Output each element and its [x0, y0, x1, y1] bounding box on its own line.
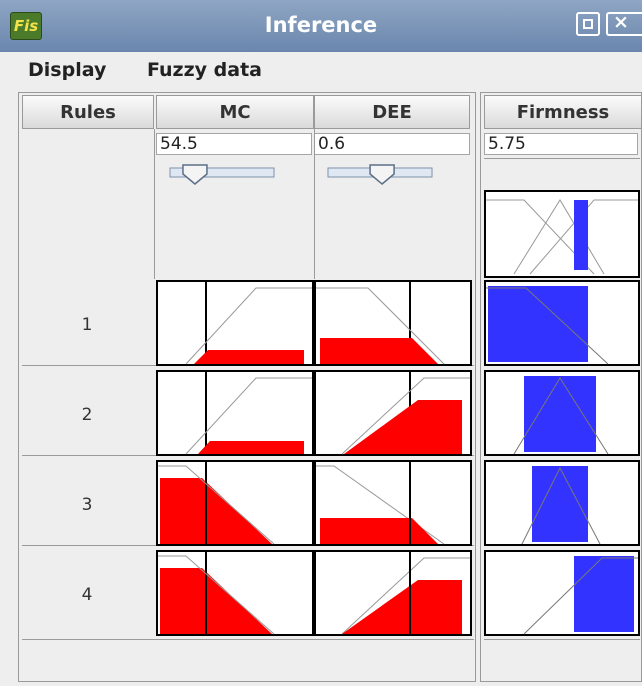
dee-slider-thumb — [369, 164, 395, 185]
rule-label-4: 4 — [81, 585, 93, 605]
column-header-rules: Rules — [22, 95, 154, 129]
rule-3-mc-plot — [156, 460, 314, 546]
rule-label-1: 1 — [81, 315, 93, 335]
column-header-firmness[interactable]: Firmness — [484, 95, 642, 129]
rule-1-firmness-plot — [484, 280, 640, 366]
menu-fuzzy-data[interactable]: Fuzzy data — [147, 59, 262, 81]
rule-label-2: 2 — [81, 405, 93, 425]
firmness-aggregate-plot — [484, 190, 640, 278]
column-divider — [154, 129, 155, 279]
menu-display[interactable]: Display — [28, 59, 106, 81]
mc-slider[interactable] — [166, 162, 278, 186]
row-divider — [484, 639, 640, 640]
row-divider — [22, 639, 474, 640]
rule-label-3: 3 — [81, 495, 93, 515]
row-divider — [484, 158, 640, 159]
rule-4-firmness-plot — [484, 550, 640, 636]
rule-4-dee-plot — [314, 550, 472, 636]
maximize-icon[interactable] — [576, 12, 600, 36]
rule-2-dee-plot — [314, 370, 472, 456]
rule-3-firmness-plot — [484, 460, 640, 546]
rule-1-dee-plot — [314, 280, 472, 366]
mc-slider-thumb — [182, 164, 208, 185]
column-header-dee[interactable]: DEE — [314, 95, 470, 129]
rule-1-mc-plot — [156, 280, 314, 366]
menu-bar: Display Fuzzy data — [0, 52, 642, 88]
column-header-mc[interactable]: MC — [156, 95, 314, 129]
window-title: Inference — [264, 13, 378, 37]
title-bar: Fis Inference × — [0, 0, 642, 52]
mc-value-field[interactable] — [156, 133, 312, 155]
firmness-value-field — [484, 133, 638, 155]
rule-4-mc-plot — [156, 550, 314, 636]
close-icon[interactable]: × — [606, 11, 642, 36]
rule-2-mc-plot — [156, 370, 314, 456]
column-divider — [314, 129, 315, 279]
dee-slider[interactable] — [324, 162, 436, 186]
rule-2-firmness-plot — [484, 370, 640, 456]
dee-value-field[interactable] — [314, 133, 470, 155]
rule-3-dee-plot — [314, 460, 472, 546]
